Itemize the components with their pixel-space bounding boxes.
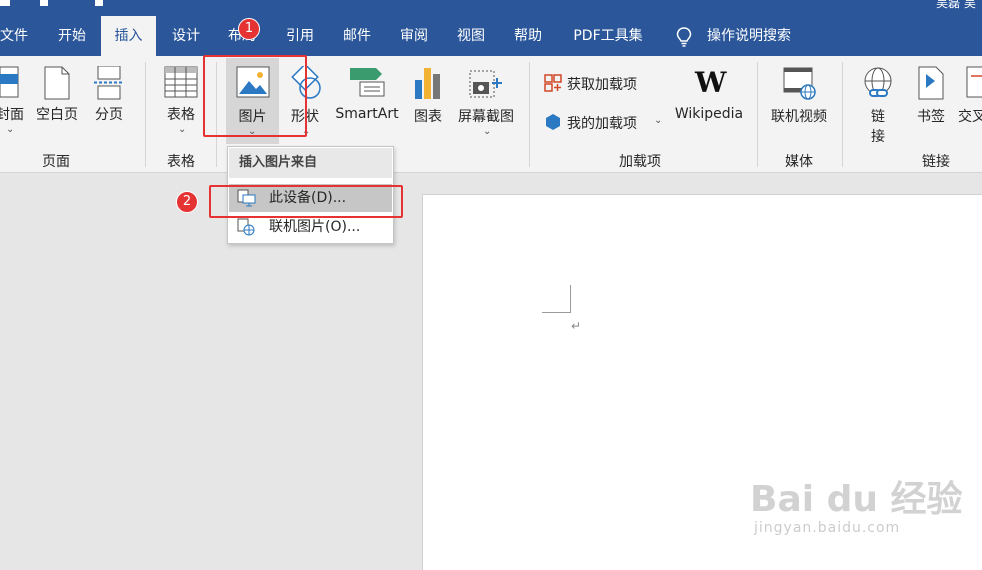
tab-review[interactable]: 审阅 — [388, 16, 440, 56]
group-label-media: 媒体 — [785, 154, 813, 170]
group-label-addins: 加载项 — [619, 154, 661, 170]
store-icon — [544, 74, 562, 92]
table-button[interactable]: 表格 ⌄ — [158, 64, 204, 144]
cross-reference-button[interactable]: 交叉 — [956, 64, 982, 144]
online-pictures-icon — [237, 218, 255, 236]
group-separator — [842, 62, 843, 167]
blank-page-icon — [44, 66, 70, 100]
addin-icon — [546, 114, 560, 130]
save-icon[interactable] — [0, 0, 10, 6]
cover-page-icon — [0, 66, 19, 98]
page-break-button[interactable]: 分页 — [89, 64, 129, 144]
insert-picture-menu: 插入图片来自 此设备(D)... 联机图片(O)... — [227, 146, 394, 244]
video-icon — [783, 67, 816, 100]
shapes-icon — [291, 66, 321, 99]
step-badge-2: 2 — [176, 191, 198, 213]
this-device-icon — [237, 189, 256, 207]
account-name[interactable]: 吴磊 吴 — [936, 0, 976, 11]
ribbon: 封面 ⌄ 空白页 分页 页面 表格 ⌄ 表格 图片 ⌄ 形状 ⌄ SmartAr… — [0, 56, 982, 173]
tab-view[interactable]: 视图 — [445, 16, 497, 56]
tab-insert[interactable]: 插入 — [101, 16, 156, 56]
tab-home[interactable]: 开始 — [46, 16, 98, 56]
group-separator — [757, 62, 758, 167]
bookmark-button[interactable]: 书签 — [908, 64, 954, 144]
tell-me-label: 操作说明搜索 — [707, 28, 791, 44]
shapes-button[interactable]: 形状 ⌄ — [282, 64, 328, 144]
online-video-button[interactable]: 联机视频 — [766, 64, 832, 144]
page-break-icon — [94, 66, 124, 100]
lightbulb-icon — [676, 27, 692, 47]
undo-icon[interactable] — [40, 0, 48, 6]
group-label-tables: 表格 — [167, 154, 195, 170]
group-label-links: 链接 — [922, 154, 950, 170]
wikipedia-icon: W — [695, 66, 727, 99]
cross-reference-icon — [966, 66, 982, 98]
margin-corner-mark — [542, 285, 571, 313]
insert-picture-menu-header: 插入图片来自 — [229, 148, 392, 178]
get-addins-button[interactable]: 获取加载项 — [540, 72, 660, 96]
group-separator — [145, 62, 146, 167]
group-separator — [529, 62, 530, 167]
blank-page-button[interactable]: 空白页 — [32, 64, 82, 144]
screenshot-icon — [469, 70, 502, 98]
tab-mailings[interactable]: 邮件 — [331, 16, 383, 56]
link-button[interactable]: 链 接 — [856, 64, 900, 145]
online-pictures-menu-item[interactable]: 联机图片(O)... — [229, 213, 392, 241]
group-label-pages: 页面 — [42, 154, 70, 170]
watermark-logo: Bai du 经验 — [750, 479, 963, 520]
menu-bar: 文件 开始 插入 设计 布局 引用 邮件 审阅 视图 帮助 PDF工具集 操作说… — [0, 16, 982, 56]
bar-chart-icon — [415, 68, 440, 99]
smartart-button[interactable]: SmartArt — [330, 64, 404, 144]
title-bar: 吴磊 吴 — [0, 0, 982, 16]
paragraph-mark: ↵ — [571, 319, 582, 333]
tab-file[interactable]: 文件 — [0, 16, 28, 56]
wikipedia-button[interactable]: W Wikipedia — [670, 64, 748, 144]
group-separator — [216, 62, 217, 167]
chart-button[interactable]: 图表 — [408, 64, 448, 144]
link-globe-icon — [864, 67, 892, 97]
picture-icon — [236, 66, 270, 98]
pictures-button[interactable]: 图片 ⌄ — [226, 58, 279, 144]
smartart-icon — [350, 68, 385, 97]
my-addins-button[interactable]: 我的加载项 ⌄ — [540, 111, 666, 135]
cover-page-button[interactable]: 封面 ⌄ — [0, 64, 30, 144]
tab-pdf-tools[interactable]: PDF工具集 — [562, 16, 654, 56]
this-device-menu-item[interactable]: 此设备(D)... — [229, 184, 392, 212]
redo-icon[interactable] — [95, 0, 103, 6]
tab-design[interactable]: 设计 — [161, 16, 211, 56]
step-badge-1: 1 — [238, 18, 260, 40]
tab-help[interactable]: 帮助 — [502, 16, 554, 56]
tab-references[interactable]: 引用 — [274, 16, 326, 56]
watermark-url: jingyan.baidu.com — [754, 520, 901, 536]
screenshot-button[interactable]: 屏幕截图 ⌄ — [452, 64, 520, 144]
bookmark-icon — [918, 66, 944, 100]
table-icon — [164, 66, 198, 98]
